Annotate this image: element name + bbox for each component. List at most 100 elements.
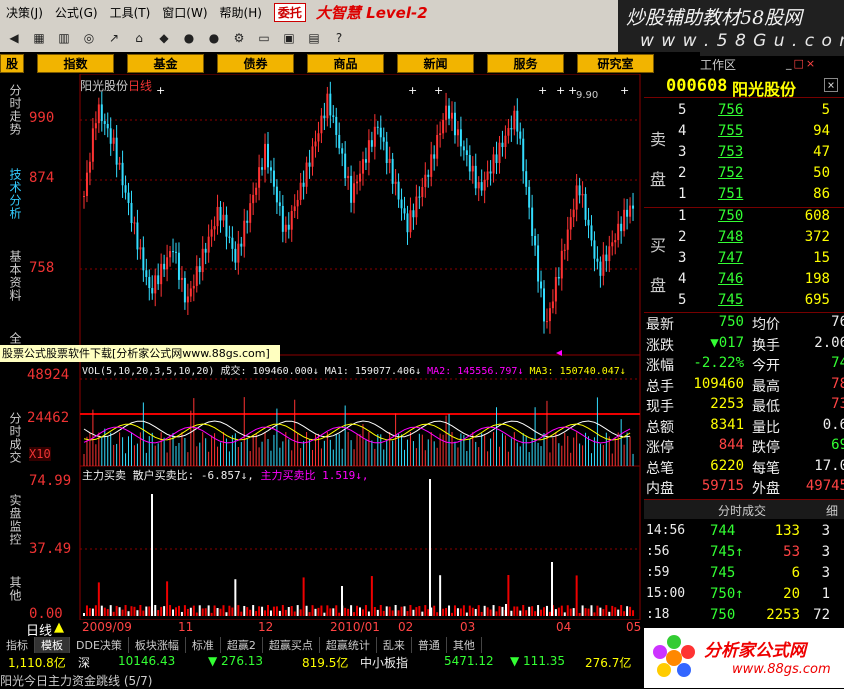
buy-row[interactable]: 3 747 15 (644, 250, 844, 271)
tick-row[interactable]: :56 745↑ 53 3 (644, 544, 844, 565)
candle-body (632, 205, 635, 209)
buy-price: 750 (718, 208, 744, 224)
sell-volume: 50 (813, 165, 830, 181)
tool-icon-flag[interactable]: ▦ (29, 29, 49, 47)
tool-icon-window[interactable]: ▣ (279, 29, 299, 47)
stat-row[interactable]: 总手 109460 最高 78 (644, 376, 844, 397)
candle-body (569, 217, 572, 230)
stat-row[interactable]: 最新 750 均价 76 (644, 314, 844, 335)
btab-buypoint[interactable]: 超赢买点 (263, 637, 320, 653)
nav-research[interactable]: 研究室 (577, 53, 654, 73)
btab-normal[interactable]: 普通 (412, 637, 447, 653)
buy-row[interactable]: 4 746 198 (644, 271, 844, 292)
tool-icon-chart[interactable]: ▥ (54, 29, 74, 47)
tool-icon-f10[interactable]: ● (179, 29, 199, 47)
stat-row[interactable]: 涨跌 ▼017 换手 2.06 (644, 335, 844, 356)
candle-body (243, 220, 246, 247)
buy-row[interactable]: 1 750 608 (644, 208, 844, 229)
stat-row[interactable]: 总额 8341 量比 0.6 (644, 417, 844, 438)
side-tab-monitor[interactable]: 实盘监控 (2, 494, 24, 546)
side-tab-technical[interactable]: 技术分析 (2, 168, 24, 220)
stat-row[interactable]: 内盘 59715 外盘 49745 (644, 478, 844, 499)
btab-other[interactable]: 其他 (447, 637, 482, 653)
menu-item-tools[interactable]: 工具(T) (104, 4, 157, 21)
tick-price: 750↑ (710, 586, 744, 602)
stat-row[interactable]: 现手 2253 最低 73 (644, 396, 844, 417)
tool-icon-stop[interactable]: ● (204, 29, 224, 47)
ad-banner[interactable]: 分析家公式网 www.88gs.com (644, 628, 844, 688)
menu-item-help[interactable]: 帮助(H) (214, 4, 268, 21)
sell-row[interactable]: 2 752 50 (644, 165, 844, 186)
stat-row[interactable]: 涨幅 -2.22% 今开 74 (644, 355, 844, 376)
tool-icon-home[interactable]: ⌂ (129, 29, 149, 47)
status-zx-label[interactable]: 中小板指 (360, 654, 408, 671)
tick-row[interactable]: :59 745 6 3 (644, 565, 844, 586)
trade-button[interactable]: 委托 (273, 2, 306, 22)
buy-row[interactable]: 2 748 372 (644, 229, 844, 250)
ind-legend-title: 主力买卖 (82, 469, 126, 482)
side-tab-all[interactable]: 全 (2, 332, 24, 345)
tool-icon-gear[interactable]: ⚙ (229, 29, 249, 47)
menu-item-window[interactable]: 窗口(W) (156, 4, 213, 21)
tick-row[interactable]: 15:00 750↑ 20 1 (644, 586, 844, 607)
btab-indicator[interactable]: 指标 (0, 637, 35, 653)
tool-icon-binoculars[interactable]: ◎ (79, 29, 99, 47)
nav-bond[interactable]: 债券 (217, 53, 294, 73)
tick-tab-detail[interactable]: 细 (826, 502, 838, 519)
tick-row[interactable]: 14:56 744 133 3 (644, 523, 844, 544)
nav-commodity[interactable]: 商品 (307, 53, 384, 73)
tool-icon-link[interactable]: ↗ (104, 29, 124, 47)
workspace-label[interactable]: 工作区 (700, 56, 750, 74)
tool-icon-monitor[interactable]: ▭ (254, 29, 274, 47)
status-sz-label[interactable]: 深 (78, 654, 90, 671)
side-tab-intraday[interactable]: 分时走势 (2, 84, 24, 136)
candle-body (287, 224, 290, 230)
window-controls[interactable]: _□× (786, 57, 817, 70)
close-icon[interactable]: × (824, 78, 838, 92)
sell-row[interactable]: 4 755 94 (644, 123, 844, 144)
sell-row[interactable]: 3 753 47 (644, 144, 844, 165)
nav-fund[interactable]: 基金 (127, 53, 204, 73)
buy-row[interactable]: 5 745 695 (644, 292, 844, 313)
sell-volume: 5 (821, 102, 830, 118)
menu-item-formula[interactable]: 公式(G) (49, 4, 104, 21)
tool-icon-books[interactable]: ▤ (304, 29, 324, 47)
candle-body (510, 128, 513, 130)
nav-index[interactable]: 指数 (37, 53, 114, 73)
nav-news[interactable]: 新闻 (397, 53, 474, 73)
btab-dde[interactable]: DDE决策 (70, 637, 129, 653)
tool-icon-diamond[interactable]: ◆ (154, 29, 174, 47)
candle-body (581, 193, 584, 196)
candle-body (231, 237, 234, 249)
sell-row[interactable]: 5 756 5 (644, 102, 844, 123)
side-tab-ticks[interactable]: 分时成交 (2, 412, 24, 464)
btab-sector[interactable]: 板块涨幅 (129, 637, 186, 653)
stat-row[interactable]: 涨停 844 跌停 69 (644, 437, 844, 458)
ind-legend-main: 主力买卖比 1.519↓, (260, 469, 369, 482)
btab-luanlai[interactable]: 乱来 (377, 637, 412, 653)
side-tab-fundamental[interactable]: 基本资料 (2, 250, 24, 302)
stat-value: 109460 (693, 375, 744, 392)
tick-title[interactable]: 分时成交 (718, 502, 766, 519)
period-arrow-icon[interactable]: ▲ (54, 620, 64, 635)
sell-row[interactable]: 1 751 86 (644, 186, 844, 207)
status-ticker[interactable]: 阳光今日主力资金跳线 (5/7) (0, 672, 153, 689)
btab-template[interactable]: 模板 (35, 637, 70, 653)
tool-icon-help[interactable]: ? (329, 29, 349, 47)
nav-service[interactable]: 服务 (487, 53, 564, 73)
tick-volume: 6 (791, 565, 800, 581)
watermark-banner[interactable]: 股票公式股票软件下载[分析家公式网www.88gs.com] (0, 345, 280, 362)
btab-stats[interactable]: 超赢统计 (320, 637, 377, 653)
candle-body (335, 116, 338, 135)
btab-standard[interactable]: 标准 (186, 637, 221, 653)
candle-body (109, 128, 112, 144)
side-tab-other[interactable]: 其他 (2, 576, 24, 602)
stat-row[interactable]: 总笔 6220 每笔 17.0 (644, 458, 844, 479)
candle-body (192, 285, 195, 289)
btab-chaoying2[interactable]: 超赢2 (221, 637, 263, 653)
tick-row[interactable]: :18 750 2253 72 (644, 607, 844, 628)
tool-icon-back[interactable]: ◀ (4, 29, 24, 47)
nav-stock[interactable]: 股 (0, 53, 24, 73)
status-zx-amount: 276.7亿 (585, 656, 632, 670)
menu-item-decision[interactable]: 决策(J) (0, 4, 49, 21)
